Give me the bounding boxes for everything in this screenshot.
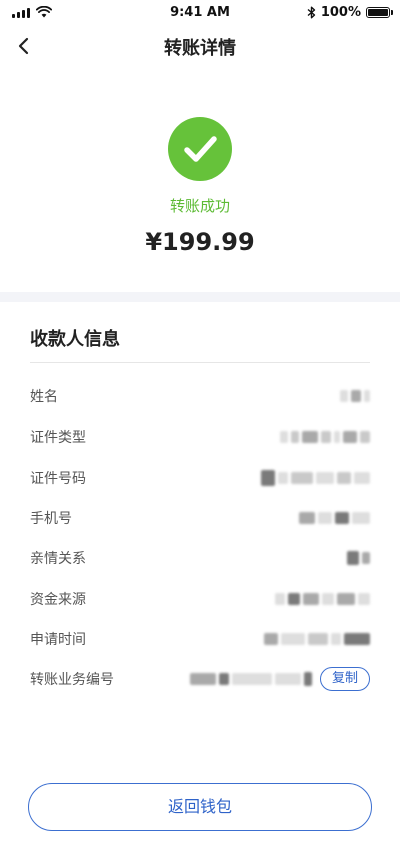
info-row-name: 姓名 — [30, 384, 370, 408]
section-line — [30, 362, 370, 363]
page-title: 转账详情 — [164, 38, 236, 59]
row-value-redacted — [280, 427, 370, 447]
transfer-amount: ¥199.99 — [145, 228, 255, 256]
copy-button[interactable]: 复制 — [320, 667, 370, 691]
row-label: 转账业务编号 — [30, 672, 114, 688]
info-row-relationship: 亲情关系 — [30, 546, 370, 570]
row-label: 姓名 — [30, 389, 58, 405]
info-row-fund-source: 资金来源 — [30, 587, 370, 611]
info-row-phone: 手机号 — [30, 506, 370, 530]
section-divider — [0, 292, 400, 302]
row-value-redacted — [190, 669, 312, 689]
info-row-id-type: 证件类型 — [30, 425, 370, 449]
status-text: 转账成功 — [169, 197, 230, 215]
info-row-transfer-no: 转账业务编号 — [30, 667, 370, 691]
row-label: 申请时间 — [30, 632, 86, 648]
row-label: 亲情关系 — [30, 551, 86, 567]
row-value-redacted — [299, 508, 370, 528]
row-label: 资金来源 — [30, 592, 86, 608]
battery-icon — [366, 7, 393, 18]
row-value-redacted — [347, 548, 370, 568]
battery-percent: 100% — [320, 5, 361, 20]
nav-bar: 转账详情 — [0, 26, 400, 66]
info-row-id-number: 证件号码 — [30, 466, 370, 490]
status-bar: 9:41 AM 100% — [0, 0, 400, 26]
info-row-apply-time: 申请时间 — [30, 627, 370, 651]
row-label: 证件号码 — [30, 471, 86, 487]
bluetooth-icon — [307, 6, 316, 19]
payee-section-title: 收款人信息 — [30, 329, 120, 350]
row-value-redacted — [340, 386, 370, 406]
status-right: 100% — [307, 5, 393, 20]
row-label: 手机号 — [30, 511, 72, 527]
return-wallet-button[interactable]: 返回钱包 — [28, 783, 372, 831]
check-circle-icon — [168, 117, 232, 181]
row-value-redacted — [261, 468, 370, 488]
row-label: 证件类型 — [30, 430, 86, 446]
battery-level — [368, 9, 388, 16]
row-value-redacted — [275, 589, 370, 609]
check-icon — [184, 136, 217, 162]
row-value-redacted — [264, 629, 370, 649]
